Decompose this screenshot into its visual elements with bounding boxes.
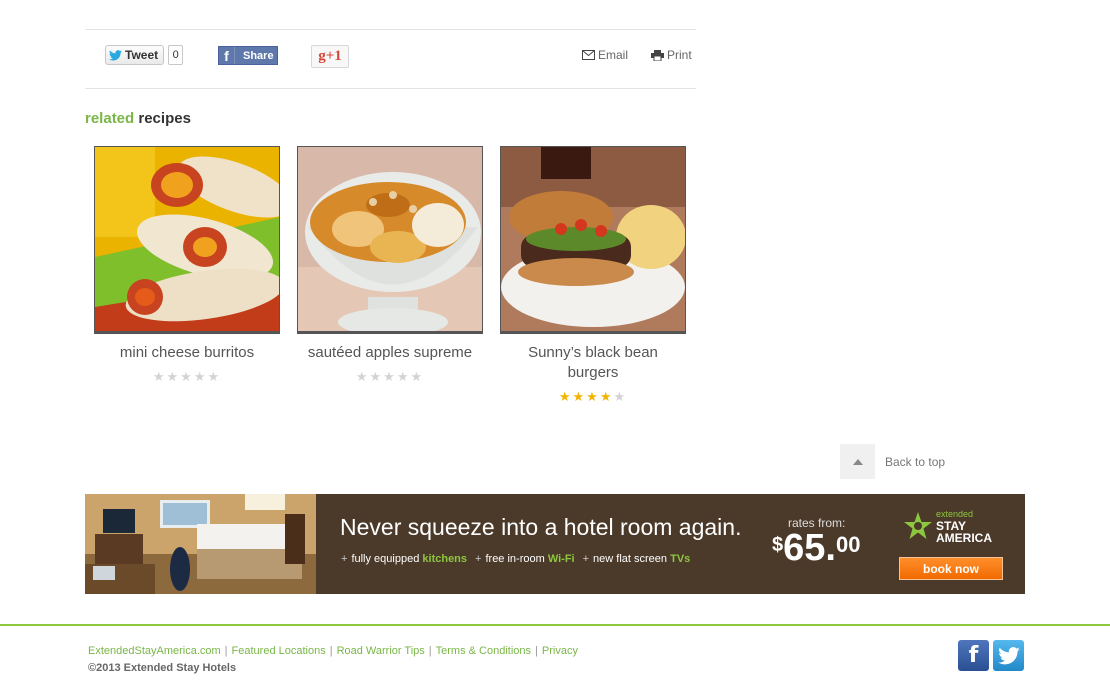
recipe-card[interactable]: sautéed apples supreme ★★★★★	[297, 146, 483, 385]
star-rating: ★★★★★	[94, 369, 280, 385]
facebook-share-button[interactable]: f Share	[218, 46, 278, 65]
tweet-count: 0	[168, 45, 184, 65]
footer-link[interactable]: ExtendedStayAmerica.com	[88, 645, 221, 657]
recipe-card[interactable]: mini cheese burritos ★★★★★	[94, 146, 280, 385]
star-empty-icon: ★	[383, 369, 397, 384]
chevron-up-icon	[840, 444, 875, 479]
footer-links: ExtendedStayAmerica.com | Featured Locat…	[88, 645, 578, 657]
recipe-photo[interactable]	[500, 146, 686, 334]
print-link[interactable]: Print	[651, 48, 692, 62]
tweet-button[interactable]: Tweet 0	[105, 45, 184, 65]
tweet-label: Tweet	[125, 48, 159, 62]
email-label: Email	[598, 48, 629, 62]
star-rating: ★★★★★	[500, 389, 686, 405]
star-filled-icon: ★	[558, 389, 573, 404]
twitter-icon[interactable]	[993, 640, 1024, 671]
amenity-item: + fully equipped kitchens	[341, 553, 468, 565]
social-icons: f	[958, 640, 1024, 671]
facebook-icon: f	[219, 47, 235, 64]
star-rating: ★★★★★	[297, 369, 483, 385]
email-link[interactable]: Email	[582, 48, 628, 62]
star-empty-icon: ★	[613, 389, 628, 404]
footer-link[interactable]: Road Warrior Tips	[337, 645, 425, 657]
star-filled-icon: ★	[586, 389, 600, 404]
related-recipes-heading: related recipes	[85, 110, 191, 127]
amenity-item: + free in-room Wi-Fi	[475, 553, 575, 565]
printer-icon	[651, 49, 664, 61]
banner-headline: Never squeeze into a hotel room again.	[340, 514, 742, 540]
star-empty-icon: ★	[166, 369, 181, 384]
star-filled-icon: ★	[572, 389, 587, 404]
link-separator: |	[535, 645, 538, 657]
star-empty-icon: ★	[410, 369, 425, 384]
star-logo-icon	[904, 512, 932, 539]
back-to-top-link[interactable]: Back to top	[840, 444, 945, 479]
twitter-bird-icon	[109, 49, 122, 61]
google-plus-button[interactable]: g+1	[311, 45, 349, 68]
recipe-photo[interactable]	[94, 146, 280, 334]
facebook-share-label: Share	[243, 49, 274, 62]
footer-divider	[0, 624, 1110, 626]
envelope-icon	[582, 50, 595, 60]
recipe-name[interactable]: sautéed apples supreme	[297, 343, 483, 363]
footer-link[interactable]: Privacy	[542, 645, 578, 657]
logo-america: AMERICA	[936, 531, 992, 545]
price-whole: 65.	[783, 527, 836, 569]
price-dollar: $	[772, 534, 784, 556]
footer-link[interactable]: Featured Locations	[232, 645, 326, 657]
link-separator: |	[224, 645, 228, 657]
star-empty-icon: ★	[180, 369, 194, 384]
star-empty-icon: ★	[369, 369, 384, 384]
copyright-text: ©2013 Extended Stay Hotels	[88, 662, 237, 674]
footer-link[interactable]: Terms & Conditions	[436, 645, 531, 657]
hotel-ad-banner[interactable]: Never squeeze into a hotel room again. +…	[85, 494, 1025, 594]
amenities-list: + fully equipped kitchens + free in-room W…	[341, 553, 690, 565]
recipe-card[interactable]: Sunny’s black bean burgers ★★★★★	[500, 146, 686, 405]
print-label: Print	[667, 48, 692, 62]
previous-content-cutoff	[85, 0, 285, 4]
book-now-button[interactable]: book now	[899, 557, 1003, 580]
related-heading-accent: related	[85, 110, 135, 127]
price-cents: 00	[835, 532, 861, 557]
price: $ 65. 00	[772, 528, 860, 568]
amenity-item: + new flat screen TVs	[582, 553, 691, 565]
recipe-name[interactable]: mini cheese burritos	[94, 343, 280, 363]
share-bar: Tweet 0 f Share g+1 Email Print	[85, 29, 696, 89]
star-empty-icon: ★	[207, 369, 222, 384]
recipe-photo[interactable]	[297, 146, 483, 334]
star-empty-icon: ★	[193, 369, 208, 384]
link-separator: |	[329, 645, 333, 657]
star-empty-icon: ★	[355, 369, 370, 384]
link-separator: |	[428, 645, 432, 657]
back-to-top-label: Back to top	[885, 454, 946, 469]
star-filled-icon: ★	[599, 389, 614, 404]
hotel-room-image	[85, 494, 316, 594]
extended-stay-logo: extended STAY AMERICA	[903, 508, 992, 544]
facebook-icon[interactable]: f	[958, 640, 989, 671]
recipe-name[interactable]: Sunny’s black bean burgers	[500, 343, 686, 383]
star-empty-icon: ★	[152, 369, 167, 384]
related-heading-rest: recipes	[138, 110, 191, 127]
star-empty-icon: ★	[396, 369, 411, 384]
